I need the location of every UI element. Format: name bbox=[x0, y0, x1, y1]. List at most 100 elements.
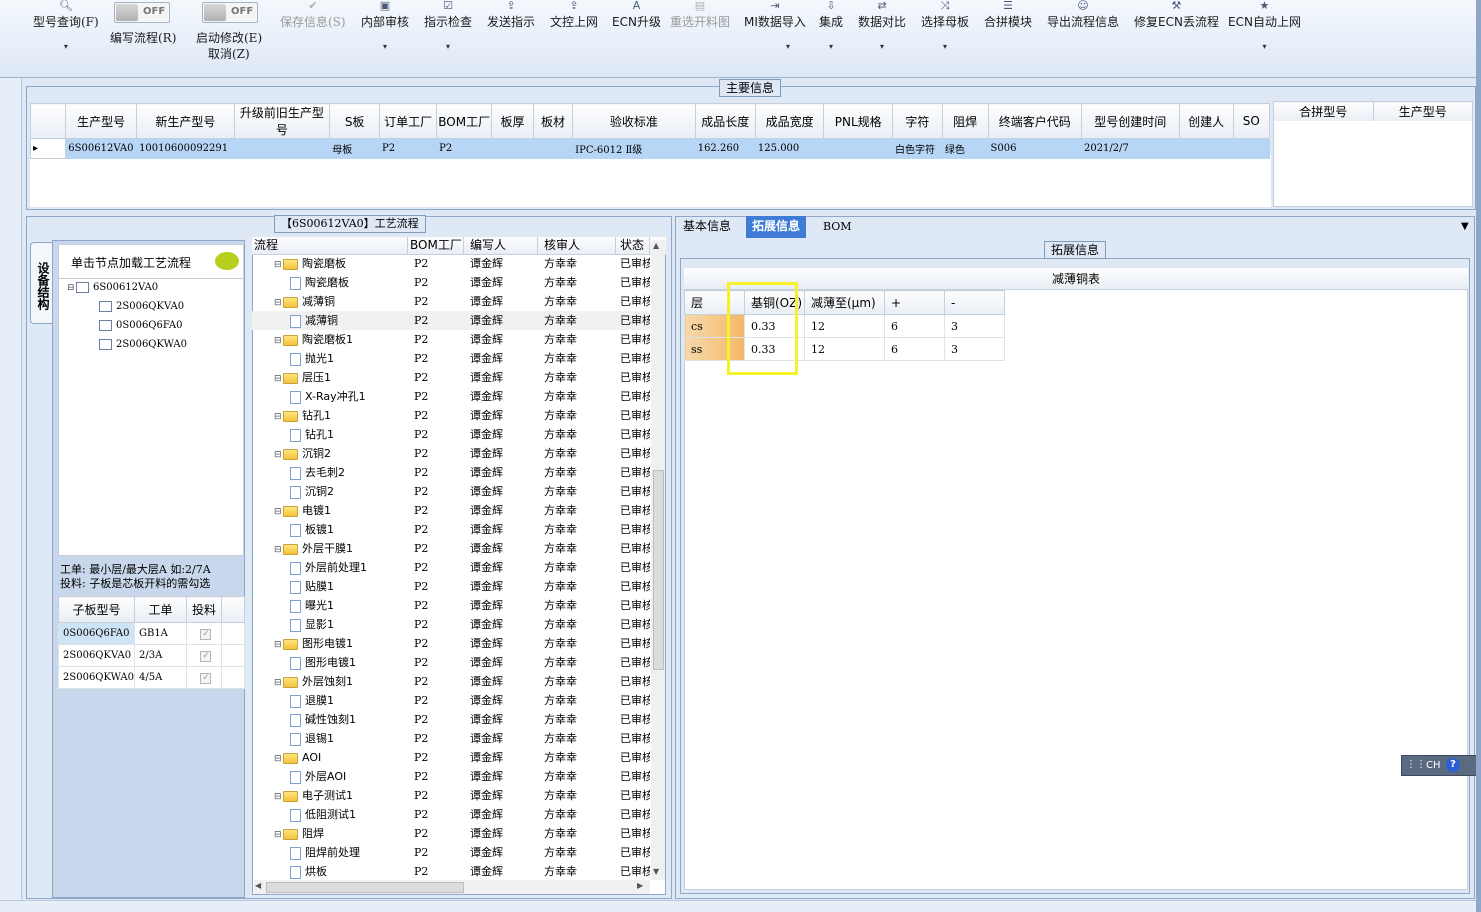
main-col-header[interactable]: 验收标准 bbox=[572, 103, 696, 139]
model-query-button[interactable]: 🔍︎ 型号查询(F) ▾ bbox=[33, 0, 99, 52]
value-cell[interactable]: 3 bbox=[944, 314, 1005, 338]
tree-node-child[interactable]: 2S006QKWA0 bbox=[99, 339, 187, 350]
doc-control-online-button[interactable]: ⇪ 文控上网 bbox=[550, 0, 598, 30]
sub-model-cell[interactable]: 2S006QKWA0 bbox=[58, 666, 135, 689]
ecn-auto-online-button[interactable]: ★ ECN自动上网 ▾ bbox=[1228, 0, 1301, 52]
ime-language[interactable]: CH bbox=[1426, 760, 1441, 771]
select-motherboard-button[interactable]: ⤨ 选择母板 ▾ bbox=[921, 0, 969, 52]
checkbox[interactable] bbox=[76, 282, 89, 293]
flow-row[interactable]: 曝光1 P2 谭金辉 方幸幸 已审核 bbox=[252, 596, 650, 615]
scroll-up-icon[interactable]: ▲ bbox=[653, 241, 659, 250]
flow-row[interactable]: 减薄铜 P2 谭金辉 方幸幸 已审核 bbox=[252, 311, 650, 330]
tab-extended-info[interactable]: 拓展信息 bbox=[746, 216, 807, 238]
merge-model-header[interactable]: 合拼型号 bbox=[1273, 101, 1374, 122]
row-pointer-icon[interactable]: ▸ bbox=[29, 138, 67, 159]
main-cell[interactable]: 125.000 bbox=[754, 138, 825, 159]
flow-row[interactable]: ⊟ 阻焊 P2 谭金辉 方幸幸 已审核 bbox=[252, 824, 650, 843]
order-header[interactable]: 工单 bbox=[133, 596, 187, 623]
flow-row[interactable]: ⊟ 电子测试1 P2 谭金辉 方幸幸 已审核 bbox=[252, 786, 650, 805]
main-col-header[interactable]: 新生产型号 bbox=[136, 103, 235, 139]
value-cell[interactable]: 12 bbox=[804, 337, 885, 361]
main-col-header[interactable]: 终端客户代码 bbox=[987, 103, 1082, 139]
feed-cell[interactable]: ✓ bbox=[185, 644, 222, 667]
data-compare-button[interactable]: ⇄ 数据对比 ▾ bbox=[858, 0, 906, 52]
main-cell[interactable]: 6S00612VA0 bbox=[65, 138, 138, 159]
main-cell[interactable]: P2 bbox=[436, 138, 493, 159]
order-cell[interactable]: 2/3A bbox=[133, 644, 187, 667]
feed-checkbox[interactable]: ✓ bbox=[200, 672, 212, 684]
value-cell[interactable]: 6 bbox=[884, 337, 945, 361]
collapse-icon[interactable]: ⊟ bbox=[274, 256, 283, 273]
scroll-down-icon[interactable]: ▼ bbox=[653, 867, 659, 876]
collapse-icon[interactable]: ⊟ bbox=[274, 408, 283, 425]
main-cell[interactable]: 绿色 bbox=[941, 138, 989, 159]
reselect-cut-drawing-button[interactable]: ▤ 重选开料图 bbox=[670, 0, 730, 30]
tab-basic-info[interactable]: 基本信息 bbox=[677, 216, 737, 238]
feed-header[interactable]: 投料 bbox=[185, 596, 222, 623]
flow-row[interactable]: 显影1 P2 谭金辉 方幸幸 已审核 bbox=[252, 615, 650, 634]
main-col-header[interactable]: 生产型号 bbox=[65, 103, 138, 139]
main-cell[interactable]: 白色字符 bbox=[891, 138, 943, 159]
main-col-header[interactable]: 板厚 bbox=[491, 103, 534, 139]
main-col-header[interactable]: 升级前旧生产型号 bbox=[233, 103, 331, 139]
main-cell[interactable]: 162.260 bbox=[694, 138, 756, 159]
flow-row[interactable]: X-Ray冲孔1 P2 谭金辉 方幸幸 已审核 bbox=[252, 387, 650, 406]
collapse-icon[interactable]: ⊟ bbox=[274, 446, 283, 463]
collapse-icon[interactable]: ⊟ bbox=[274, 636, 283, 653]
flow-row[interactable]: 陶瓷磨板 P2 谭金辉 方幸幸 已审核 bbox=[252, 273, 650, 292]
main-col-header[interactable]: S板 bbox=[329, 103, 381, 139]
production-model-header[interactable]: 生产型号 bbox=[1372, 101, 1473, 122]
tab-bom[interactable]: BOM bbox=[817, 216, 858, 238]
flow-row[interactable]: 外层AOI P2 谭金辉 方幸幸 已审核 bbox=[252, 767, 650, 786]
main-cell[interactable] bbox=[491, 138, 534, 159]
flow-row[interactable]: 沉铜2 P2 谭金辉 方幸幸 已审核 bbox=[252, 482, 650, 501]
send-instruction-button[interactable]: ⇪ 发送指示 bbox=[487, 0, 535, 30]
vertical-scroll-thumb[interactable] bbox=[653, 470, 664, 670]
collapse-icon[interactable]: ⊟ bbox=[274, 370, 283, 387]
feed-checkbox[interactable]: ✓ bbox=[200, 628, 212, 640]
flow-row[interactable]: 贴膜1 P2 谭金辉 方幸幸 已审核 bbox=[252, 577, 650, 596]
merge-module-button[interactable]: ☰ 合拼模块 bbox=[984, 0, 1032, 30]
check-instruction-button[interactable]: ☑ 指示检查 ▾ bbox=[424, 0, 472, 52]
sub-model-header[interactable]: 子板型号 bbox=[58, 596, 135, 623]
flow-row[interactable]: 去毛刺2 P2 谭金辉 方幸幸 已审核 bbox=[252, 463, 650, 482]
flow-row[interactable]: ⊟ 电镀1 P2 谭金辉 方幸幸 已审核 bbox=[252, 501, 650, 520]
flow-row[interactable]: 抛光1 P2 谭金辉 方幸幸 已审核 bbox=[252, 349, 650, 368]
main-cell[interactable]: S006 bbox=[987, 138, 1082, 159]
sub-model-cell[interactable]: 2S006QKVA0 bbox=[58, 644, 135, 667]
main-col-header[interactable]: 板材 bbox=[532, 103, 574, 139]
flow-row[interactable]: ⊟ 减薄铜 P2 谭金辉 方幸幸 已审核 bbox=[252, 292, 650, 311]
internal-review-button[interactable]: ▣ 内部审核 ▾ bbox=[361, 0, 409, 52]
plus-tolerance-header[interactable]: + bbox=[884, 290, 945, 315]
row-selector-header[interactable] bbox=[29, 103, 67, 139]
collapse-icon[interactable]: ⊟ bbox=[274, 294, 283, 311]
col-bom-factory-header[interactable]: BOM工厂 bbox=[408, 237, 464, 255]
main-col-header[interactable]: PNL规格 bbox=[823, 103, 893, 139]
main-col-header[interactable]: 订单工厂 bbox=[379, 103, 438, 139]
sub-board-row[interactable]: 2S006QKVA0 2/3A ✓ bbox=[58, 644, 246, 667]
main-col-header[interactable]: BOM工厂 bbox=[436, 103, 493, 139]
collapse-icon[interactable]: ⊟ bbox=[274, 826, 283, 843]
flow-row[interactable]: ⊟ 钻孔1 P2 谭金辉 方幸幸 已审核 bbox=[252, 406, 650, 425]
scroll-left-icon[interactable]: ◀ bbox=[255, 881, 261, 890]
tree-node-root[interactable]: ⊟ 6S00612VA0 bbox=[67, 282, 158, 293]
value-cell[interactable]: 12 bbox=[804, 314, 885, 338]
flow-row[interactable]: 钻孔1 P2 谭金辉 方幸幸 已审核 bbox=[252, 425, 650, 444]
order-cell[interactable]: 4/5A bbox=[133, 666, 187, 689]
flow-row[interactable]: 烘板 P2 谭金辉 方幸幸 已审核 bbox=[252, 862, 650, 881]
main-col-header[interactable]: 成品长度 bbox=[694, 103, 756, 139]
flow-row[interactable]: ⊟ 外层蚀刻1 P2 谭金辉 方幸幸 已审核 bbox=[252, 672, 650, 691]
tree-node-child[interactable]: 2S006QKVA0 bbox=[99, 301, 184, 312]
main-cell[interactable] bbox=[1232, 138, 1271, 159]
col-status-header[interactable]: 状态 bbox=[616, 237, 650, 255]
checkbox[interactable] bbox=[99, 339, 112, 350]
main-cell[interactable]: 2021/2/7 bbox=[1080, 138, 1180, 159]
start-modify-toggle[interactable]: OFF bbox=[202, 2, 258, 23]
main-cell[interactable]: 10010600092291 bbox=[136, 138, 235, 159]
main-cell[interactable] bbox=[1178, 138, 1234, 159]
main-cell[interactable]: IPC-6012 Ⅱ级 bbox=[572, 138, 696, 159]
order-cell[interactable]: GB1A bbox=[133, 622, 187, 645]
flow-row[interactable]: 退膜1 P2 谭金辉 方幸幸 已审核 bbox=[252, 691, 650, 710]
flow-row[interactable]: 外层前处理1 P2 谭金辉 方幸幸 已审核 bbox=[252, 558, 650, 577]
flow-row[interactable]: ⊟ 沉铜2 P2 谭金辉 方幸幸 已审核 bbox=[252, 444, 650, 463]
